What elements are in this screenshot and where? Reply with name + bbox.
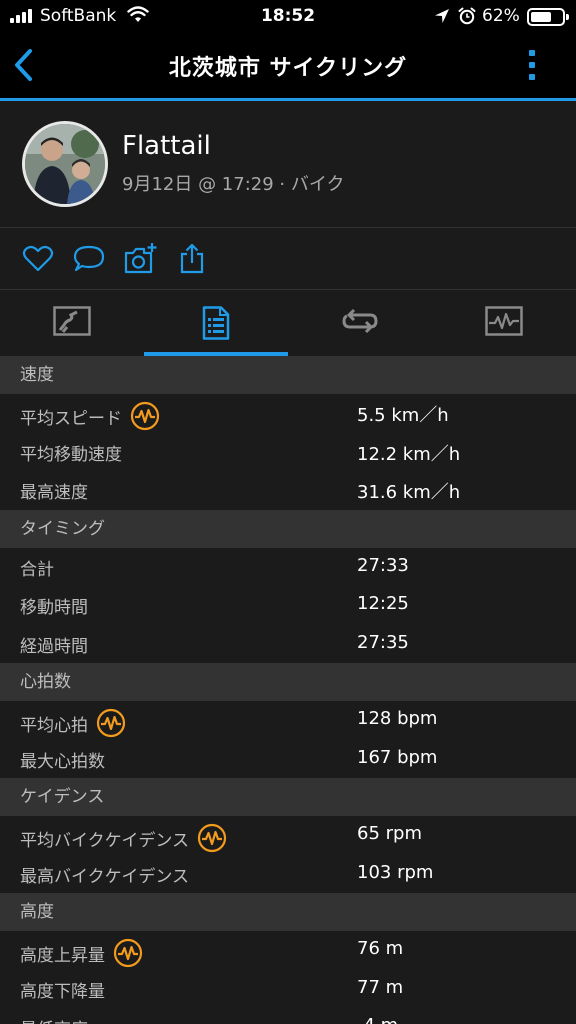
stat-label: 高度上昇量	[20, 938, 143, 968]
status-bar: SoftBank 18:52 62%	[0, 0, 576, 32]
stat-label-text: 高度下降量	[20, 981, 105, 1002]
stat-value: 31.6 km／h	[357, 482, 461, 503]
alarm-icon	[458, 7, 476, 29]
stat-label-text: 高度上昇量	[20, 945, 105, 966]
stat-value: 27:33	[357, 554, 409, 576]
chart-icon	[485, 306, 523, 336]
comment-icon	[73, 245, 105, 272]
stat-row: 平均スピード 5.5 km／h	[0, 394, 576, 433]
stat-row: 最大心拍数 167 bpm	[0, 739, 576, 778]
stat-value: 27:35	[357, 631, 409, 653]
share-button[interactable]	[175, 242, 209, 276]
activity-date-type: 9月12日 @ 17:29 · バイク	[122, 174, 345, 195]
battery-level	[531, 12, 551, 22]
stat-value: 65 rpm	[357, 823, 422, 844]
stat-label-text: 最大心拍数	[20, 751, 105, 772]
stat-label-text: 平均移動速度	[20, 444, 122, 465]
stat-label: 平均バイクケイデンス	[20, 823, 227, 853]
stat-label-text: 合計	[20, 559, 54, 580]
tab-stats[interactable]	[144, 290, 288, 356]
stat-label-text: 平均スピード	[20, 408, 122, 429]
share-icon	[180, 243, 204, 274]
laps-icon	[342, 308, 378, 334]
stat-label: 平均心拍	[20, 708, 126, 738]
stat-label: 最大心拍数	[20, 747, 105, 772]
stat-label: 平均スピード	[20, 401, 160, 431]
stat-label: 経過時間	[20, 632, 88, 657]
stat-value: 12:25	[357, 593, 409, 614]
section-header: タイミング	[0, 509, 576, 548]
personal-best-icon[interactable]	[113, 938, 143, 968]
stat-label-text: 最高バイクケイデンス	[20, 866, 189, 887]
stat-row: 最低高度 -4 m	[0, 1008, 576, 1024]
stats-list-icon	[202, 306, 230, 340]
activity-owner: Flattail 9月12日 @ 17:29 · バイク	[0, 101, 576, 228]
avatar-photo	[25, 124, 105, 204]
stat-label: 合計	[20, 555, 54, 580]
section-header: 速度	[0, 356, 576, 394]
stat-value: 167 bpm	[357, 746, 438, 768]
section-header: ケイデンス	[0, 778, 576, 816]
stat-label: 移動時間	[20, 593, 88, 618]
stat-row: 高度下降量 77 m	[0, 969, 576, 1008]
stat-label-text: 平均バイクケイデンス	[20, 830, 189, 851]
stat-row: 平均バイクケイデンス 65 rpm	[0, 816, 576, 855]
location-arrow-icon	[434, 8, 450, 28]
stat-value: 128 bpm	[357, 708, 438, 729]
stat-label-text: 経過時間	[20, 636, 88, 657]
personal-best-icon[interactable]	[197, 823, 227, 853]
stat-row: 経過時間 27:35	[0, 624, 576, 663]
stat-label: 高度下降量	[20, 977, 105, 1002]
stat-value: 76 m	[357, 938, 404, 959]
camera-add-icon	[124, 243, 157, 274]
stat-row: 高度上昇量 76 m	[0, 931, 576, 970]
stat-value: 103 rpm	[357, 861, 434, 883]
stat-row: 平均心拍 128 bpm	[0, 701, 576, 740]
stat-label: 最高バイクケイデンス	[20, 862, 189, 887]
battery-icon	[527, 8, 569, 26]
stat-row: 合計 27:33	[0, 547, 576, 586]
vertical-dots-icon	[529, 50, 535, 80]
stat-value: 5.5 km／h	[357, 405, 449, 426]
action-bar	[0, 228, 576, 290]
stat-value: -4 m	[357, 1015, 398, 1024]
add-photo-button[interactable]	[123, 242, 157, 276]
stat-label-text: 移動時間	[20, 598, 88, 618]
stat-value: 77 m	[357, 976, 404, 998]
stat-label-text: 最高速度	[20, 483, 88, 503]
stat-row: 平均移動速度 12.2 km／h	[0, 432, 576, 471]
tab-map[interactable]	[0, 290, 144, 356]
stat-label-text: 平均心拍	[20, 715, 88, 736]
more-options-button[interactable]	[522, 46, 542, 84]
stats-list: 速度平均スピード 5.5 km／h 平均移動速度 12.2 km／h 最高速度 31.6 …	[0, 356, 576, 1024]
page-title: 北茨城市 サイクリング	[168, 56, 408, 81]
stat-label: 最高速度	[20, 478, 88, 503]
section-header: 心拍数	[0, 663, 576, 701]
stat-row: 最高速度 31.6 km／h	[0, 471, 576, 510]
section-header: 高度	[0, 893, 576, 931]
stat-value: 12.2 km／h	[357, 443, 461, 465]
personal-best-icon[interactable]	[96, 708, 126, 738]
personal-best-icon[interactable]	[130, 401, 160, 431]
stat-label-text: 最低高度	[20, 1015, 88, 1024]
map-icon	[53, 306, 91, 336]
battery-nub	[566, 14, 569, 20]
avatar[interactable]	[22, 121, 108, 207]
stat-row: 最高バイクケイデンス 103 rpm	[0, 854, 576, 893]
detail-tabs	[0, 290, 576, 356]
stat-row: 移動時間 12:25	[0, 586, 576, 625]
stat-label: 最低高度	[20, 1015, 88, 1024]
heart-icon	[22, 245, 54, 272]
stat-label: 平均移動速度	[20, 440, 122, 465]
tab-charts[interactable]	[432, 290, 576, 356]
battery-percent: 62%	[482, 6, 520, 26]
comment-button[interactable]	[72, 242, 106, 276]
nav-bar: 北茨城市 サイクリング	[0, 32, 576, 98]
user-name[interactable]: Flattail	[122, 131, 211, 161]
like-button[interactable]	[21, 242, 55, 276]
tab-laps[interactable]	[288, 290, 432, 356]
